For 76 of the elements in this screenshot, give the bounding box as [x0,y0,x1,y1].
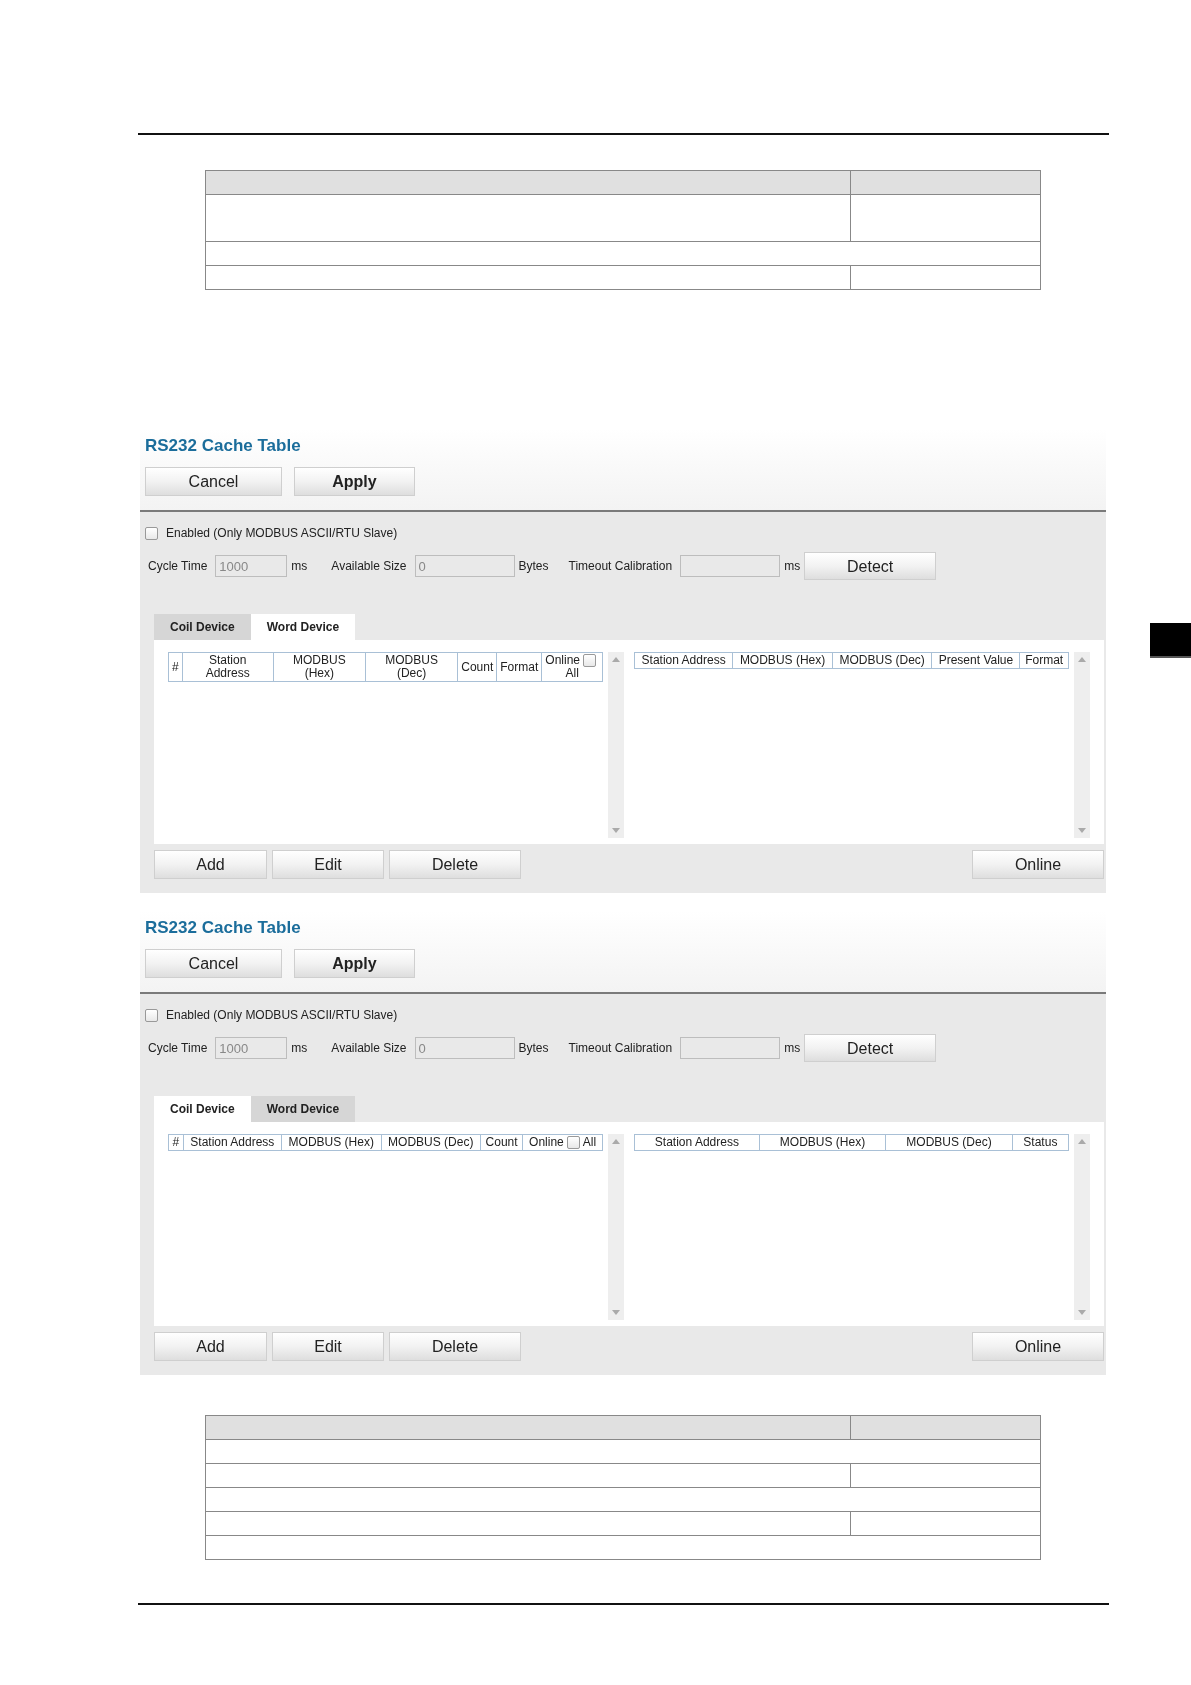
action-button[interactable]: Add [154,1332,267,1361]
online-button[interactable]: Online [972,1332,1104,1361]
up-arrow-icon[interactable] [1078,657,1086,662]
scroll-bar[interactable] [1074,652,1090,838]
down-arrow-icon[interactable] [612,828,620,833]
down-arrow-icon[interactable] [1078,828,1086,833]
scroll-bar[interactable] [1074,1134,1090,1320]
column-header: Count [480,1134,523,1151]
tab[interactable]: Coil Device [154,614,251,640]
panel-title: RS232 Cache Table [145,435,302,457]
column-header: Station Address [183,1134,282,1151]
action-button[interactable]: Cancel [145,467,282,496]
checkbox-label: Enabled (Only MODBUS ASCII/RTU Slave) [166,1007,398,1024]
unit-label: Bytes [518,1040,549,1057]
field-label: Timeout Calibration [568,1040,673,1057]
action-button[interactable]: Delete [389,850,521,879]
tab[interactable]: Word Device [250,1096,356,1122]
action-button[interactable]: Cancel [145,949,282,978]
checkbox[interactable] [566,1136,580,1150]
checkbox-label: All [565,666,579,681]
column-header: Station Address [634,1134,760,1151]
field-label: Cycle Time [148,558,208,575]
column-header: MODBUS (Dec) [885,1134,1013,1151]
column-header: # [168,1134,184,1151]
column-header: MODBUS (Dec) [381,1134,481,1151]
checkbox-label: All [582,1135,597,1149]
column-header: MODBUS (Hex) [732,652,833,669]
panel-title: RS232 Cache Table [145,917,302,939]
column-header: Status [1012,1134,1069,1151]
column-header: MODBUS (Dec) [365,652,458,682]
column-header: Online [529,1135,564,1149]
tab[interactable]: Word Device [250,614,356,640]
down-arrow-icon[interactable] [1078,1310,1086,1315]
column-header: Present Value [932,652,1020,669]
column-header: Station Address [634,652,733,669]
unit-label: Bytes [518,558,549,575]
detect-button[interactable]: Detect [804,1034,937,1062]
detect-button[interactable]: Detect [804,552,937,580]
column-header: MODBUS (Hex) [281,1134,381,1151]
action-button[interactable]: Delete [389,1332,521,1361]
column-header: Count [457,652,497,682]
input-field[interactable] [680,1037,781,1059]
up-arrow-icon[interactable] [612,1139,620,1144]
action-button[interactable]: Apply [294,467,415,496]
up-arrow-icon[interactable] [1078,1139,1086,1144]
action-button[interactable]: Edit [272,850,384,879]
column-header: Format [496,652,542,682]
unit-label: ms [784,1040,801,1057]
column-header: # [168,652,183,682]
column-header: Online [545,653,580,667]
up-arrow-icon[interactable] [612,657,620,662]
input-field[interactable] [680,555,781,577]
checkbox-label: Enabled (Only MODBUS ASCII/RTU Slave) [166,525,398,542]
field-label: Timeout Calibration [568,558,673,575]
action-button[interactable]: Apply [294,949,415,978]
checkbox[interactable] [145,1008,158,1022]
column-header: Format [1019,652,1069,669]
tab[interactable]: Coil Device [154,1096,251,1122]
unit-label: ms [784,558,801,575]
action-button[interactable]: Add [154,850,267,879]
scroll-bar[interactable] [608,652,624,838]
action-button[interactable]: Edit [272,1332,384,1361]
checkbox[interactable] [583,654,596,668]
unit-label: ms [291,1040,308,1057]
checkbox[interactable] [145,526,158,540]
unit-label: ms [291,558,308,575]
field-label: Available Size [331,1040,407,1057]
field-label: Available Size [331,558,407,575]
column-header: Station Address [182,652,274,682]
column-header: MODBUS (Hex) [273,652,366,682]
scroll-bar[interactable] [608,1134,624,1320]
down-arrow-icon[interactable] [612,1310,620,1315]
column-header: MODBUS (Hex) [759,1134,886,1151]
field-label: Cycle Time [148,1040,208,1057]
online-button[interactable]: Online [972,850,1104,879]
column-header: MODBUS (Dec) [832,652,932,669]
